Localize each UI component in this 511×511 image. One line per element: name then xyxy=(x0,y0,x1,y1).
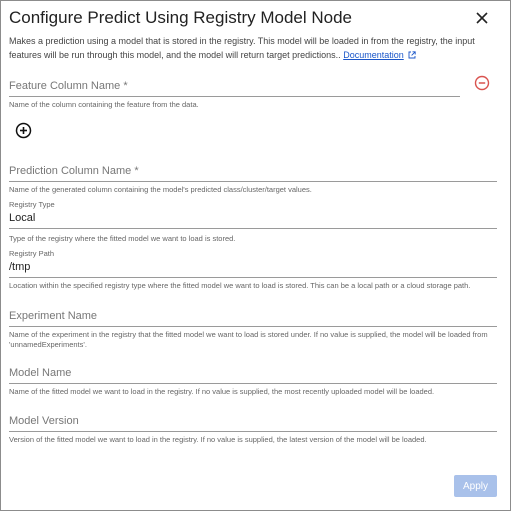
model-version-label: Model Version xyxy=(9,415,79,427)
registry-path-label: Registry Path xyxy=(9,249,55,258)
prediction-column-helper: Name of the generated column containing … xyxy=(9,185,312,194)
plus-circle-icon xyxy=(15,122,32,139)
model-version-field[interactable]: Model Version xyxy=(9,415,497,432)
registry-path-field[interactable]: Registry Path /tmp xyxy=(9,249,497,278)
configure-node-dialog: Configure Predict Using Registry Model N… xyxy=(0,0,511,511)
experiment-name-field[interactable]: Experiment Name xyxy=(9,310,497,327)
registry-type-underline xyxy=(9,228,497,229)
model-name-helper: Name of the fitted model we want to load… xyxy=(9,387,435,396)
registry-path-value[interactable]: /tmp xyxy=(9,261,497,273)
registry-type-value[interactable]: Local xyxy=(9,212,497,224)
model-version-underline xyxy=(9,431,497,432)
minus-circle-icon xyxy=(474,75,490,91)
feature-column-underline xyxy=(9,96,460,97)
registry-type-field[interactable]: Registry Type Local xyxy=(9,200,497,229)
prediction-column-field[interactable]: Prediction Column Name * xyxy=(9,165,497,182)
apply-button[interactable]: Apply xyxy=(454,475,497,497)
feature-column-helper: Name of the column containing the featur… xyxy=(9,100,199,109)
description-text: Makes a prediction using a model that is… xyxy=(9,36,475,60)
close-icon xyxy=(476,12,488,24)
feature-column-field[interactable]: Feature Column Name * xyxy=(9,80,460,97)
experiment-name-helper: Name of the experiment in the registry t… xyxy=(9,330,488,349)
feature-column-label: Feature Column Name * xyxy=(9,80,128,92)
prediction-column-label: Prediction Column Name * xyxy=(9,165,139,177)
model-version-helper: Version of the fitted model we want to l… xyxy=(9,435,427,444)
documentation-link[interactable]: Documentation xyxy=(343,50,404,60)
prediction-column-underline xyxy=(9,181,497,182)
registry-path-helper: Location within the specified registry t… xyxy=(9,281,471,290)
registry-type-helper: Type of the registry where the fitted mo… xyxy=(9,234,236,243)
model-name-label: Model Name xyxy=(9,367,72,379)
experiment-name-underline xyxy=(9,326,497,327)
model-name-field[interactable]: Model Name xyxy=(9,367,497,384)
remove-feature-button[interactable] xyxy=(474,75,490,91)
add-feature-button[interactable] xyxy=(15,122,32,139)
model-name-underline xyxy=(9,383,497,384)
registry-type-label: Registry Type xyxy=(9,200,55,209)
experiment-name-label: Experiment Name xyxy=(9,310,98,322)
close-button[interactable] xyxy=(471,7,493,29)
external-link-icon[interactable] xyxy=(408,49,416,63)
dialog-description: Makes a prediction using a model that is… xyxy=(9,34,499,63)
registry-path-underline xyxy=(9,277,497,278)
dialog-title: Configure Predict Using Registry Model N… xyxy=(9,8,352,27)
